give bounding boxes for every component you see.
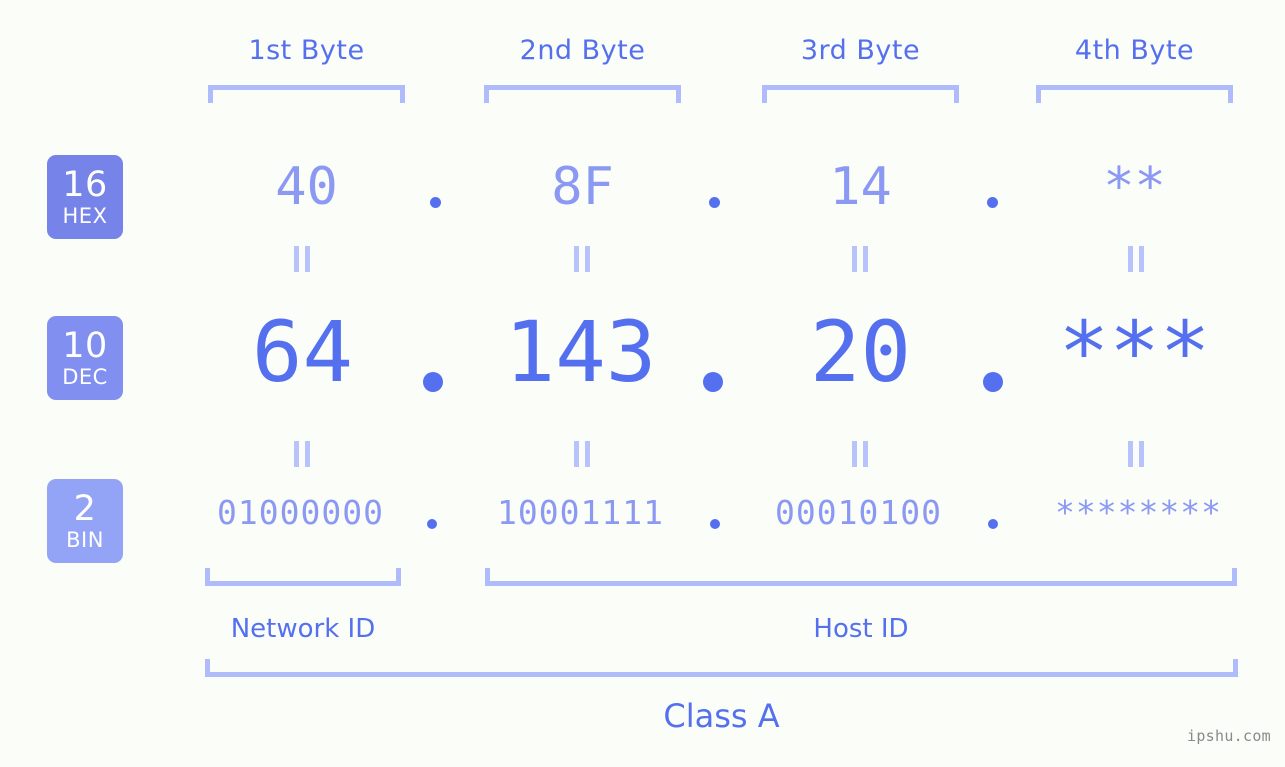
hex-separator-1 [430,197,441,208]
byte-bracket-1 [208,85,405,103]
dec-byte-1: 64 [251,303,354,401]
hex-byte-2: 8F [551,157,614,217]
network-id-label: Network ID [230,614,376,644]
class-label: Class A [663,697,780,735]
byte-bracket-3 [762,85,959,103]
network-id-bracket [205,568,401,586]
ip-breakdown-diagram: 1st Byte 2nd Byte 3rd Byte 4th Byte 16 H… [0,0,1285,767]
equals-marker-4 [1128,246,1144,272]
watermark: ipshu.com [1187,727,1271,745]
byte-header-3: 3rd Byte [800,35,921,66]
dec-separator-1 [423,372,443,392]
radix-badge-bin: 2 BIN [47,479,123,563]
byte-header-2: 2nd Byte [519,35,646,66]
bin-byte-1: 01000000 [217,493,384,532]
equals-marker-2 [574,246,590,272]
equals-marker-1 [294,246,310,272]
hex-separator-2 [709,197,720,208]
host-id-label: Host ID [813,614,909,644]
bin-separator-1 [427,519,437,529]
byte-bracket-2 [484,85,681,103]
equals-marker-5 [294,441,310,467]
radix-badge-dec-base: 10 [62,325,108,366]
dec-separator-2 [703,372,723,392]
byte-bracket-4 [1036,85,1233,103]
dec-byte-3: 20 [809,303,912,401]
radix-badge-hex-base: 16 [62,164,108,205]
radix-badge-dec: 10 DEC [47,316,123,400]
equals-marker-6 [574,441,590,467]
equals-marker-3 [852,246,868,272]
dec-separator-3 [983,372,1003,392]
dec-byte-4: *** [1058,303,1211,401]
equals-marker-8 [1128,441,1144,467]
host-id-bracket [485,568,1237,586]
hex-byte-3: 14 [829,157,892,217]
byte-header-1: 1st Byte [248,35,365,66]
radix-badge-hex: 16 HEX [47,155,123,239]
bin-separator-2 [710,519,720,529]
byte-header-4: 4th Byte [1074,35,1195,66]
class-bracket [205,659,1238,677]
radix-badge-bin-base: 2 [73,488,97,529]
bin-byte-3: 00010100 [775,493,942,532]
hex-byte-1: 40 [275,157,338,217]
radix-badge-bin-name: BIN [66,527,104,552]
bin-separator-3 [988,519,998,529]
equals-marker-7 [852,441,868,467]
dec-byte-2: 143 [504,303,657,401]
bin-byte-2: 10001111 [497,493,664,532]
hex-separator-3 [987,197,998,208]
radix-badge-hex-name: HEX [62,203,108,228]
hex-byte-4: ** [1103,157,1166,217]
radix-badge-dec-name: DEC [62,364,108,389]
bin-byte-4: ******** [1055,493,1222,532]
